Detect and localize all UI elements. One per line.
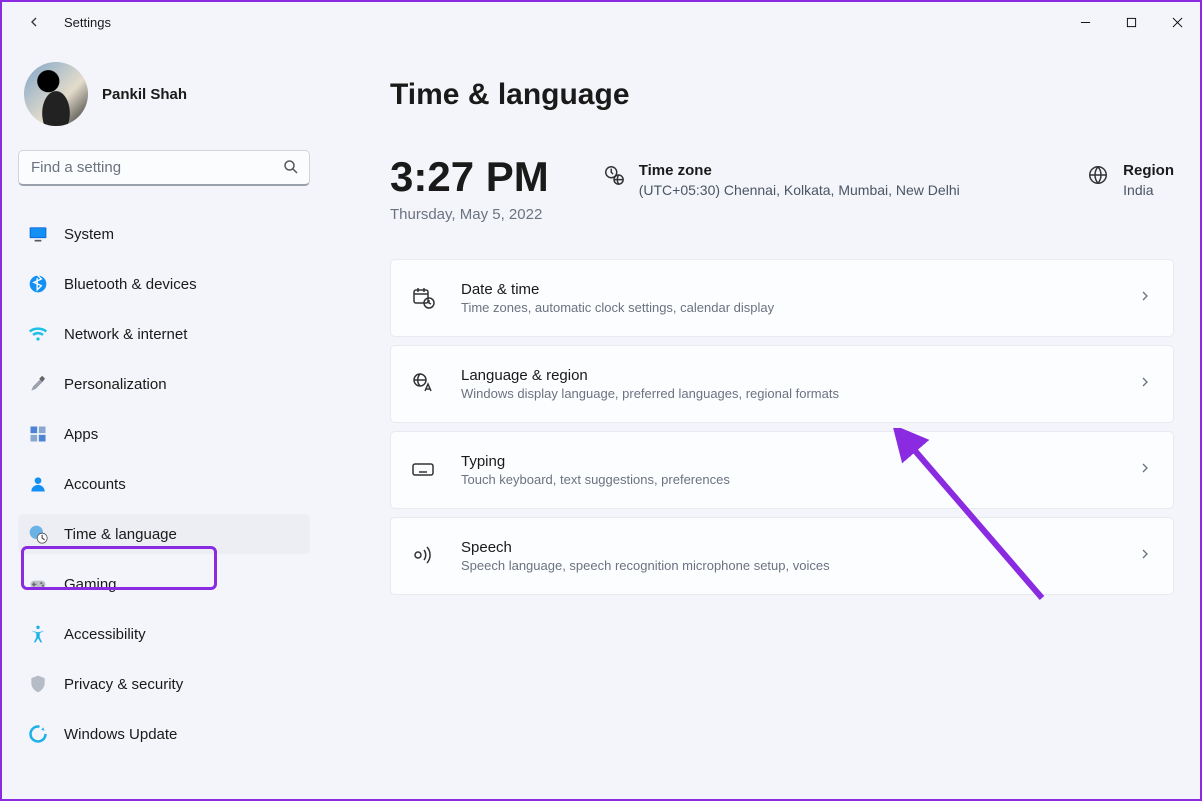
clock-globe-icon xyxy=(603,164,625,186)
shield-icon xyxy=(28,674,48,694)
search-wrapper xyxy=(18,150,310,186)
search-icon xyxy=(282,158,300,176)
timezone-label: Time zone xyxy=(639,162,960,179)
globe-icon xyxy=(1087,164,1109,186)
sidebar-item-person[interactable]: Accounts xyxy=(18,464,310,504)
sidebar-item-accessibility[interactable]: Accessibility xyxy=(18,614,310,654)
arrow-left-icon xyxy=(26,14,42,30)
main-content: Time & language 3:27 PM Thursday, May 5,… xyxy=(326,42,1200,799)
sidebar-item-brush[interactable]: Personalization xyxy=(18,364,310,404)
maximize-button[interactable] xyxy=(1108,6,1154,38)
system-icon xyxy=(28,224,48,244)
back-button[interactable] xyxy=(18,6,50,38)
sidebar-item-shield[interactable]: Privacy & security xyxy=(18,664,310,704)
lang-globe-icon xyxy=(411,371,437,397)
page-title: Time & language xyxy=(390,78,1174,112)
profile-name: Pankil Shah xyxy=(102,86,187,103)
card-desc: Touch keyboard, text suggestions, prefer… xyxy=(461,472,730,487)
sidebar-item-label: Personalization xyxy=(64,376,167,393)
setting-card-lang-globe[interactable]: Language & region Windows display langua… xyxy=(390,345,1174,423)
setting-card-keyboard[interactable]: Typing Touch keyboard, text suggestions,… xyxy=(390,431,1174,509)
profile-block[interactable]: Pankil Shah xyxy=(18,62,310,126)
close-icon xyxy=(1172,17,1183,28)
clock-block: 3:27 PM Thursday, May 5, 2022 xyxy=(390,156,549,223)
card-title: Language & region xyxy=(461,367,839,384)
search-input[interactable] xyxy=(18,150,310,186)
sidebar-item-label: Time & language xyxy=(64,526,177,543)
region-block[interactable]: Region India xyxy=(1087,156,1174,198)
card-title: Speech xyxy=(461,539,830,556)
avatar xyxy=(24,62,88,126)
calendar-clock-icon xyxy=(411,285,437,311)
chevron-right-icon xyxy=(1137,460,1153,481)
region-label: Region xyxy=(1123,162,1174,179)
clock-date: Thursday, May 5, 2022 xyxy=(390,206,549,223)
clock-globe-icon xyxy=(28,524,48,544)
sidebar-item-wifi[interactable]: Network & internet xyxy=(18,314,310,354)
sidebar-item-label: Network & internet xyxy=(64,326,187,343)
card-desc: Time zones, automatic clock settings, ca… xyxy=(461,300,774,315)
bluetooth-icon xyxy=(28,274,48,294)
sidebar-nav: System Bluetooth & devices Network & int… xyxy=(18,214,310,754)
sidebar-item-label: Windows Update xyxy=(64,726,177,743)
clock-time: 3:27 PM xyxy=(390,156,549,198)
sidebar-item-label: Bluetooth & devices xyxy=(64,276,197,293)
close-button[interactable] xyxy=(1154,6,1200,38)
sidebar: Pankil Shah System Bluetooth & devices N… xyxy=(2,42,326,799)
setting-card-calendar-clock[interactable]: Date & time Time zones, automatic clock … xyxy=(390,259,1174,337)
chevron-right-icon xyxy=(1137,546,1153,567)
settings-list: Date & time Time zones, automatic clock … xyxy=(390,259,1174,595)
title-bar: Settings xyxy=(2,2,1200,42)
person-icon xyxy=(28,474,48,494)
sidebar-item-apps[interactable]: Apps xyxy=(18,414,310,454)
region-value: India xyxy=(1123,182,1174,198)
minimize-icon xyxy=(1080,17,1091,28)
header-row: 3:27 PM Thursday, May 5, 2022 Time zone … xyxy=(390,156,1174,223)
wifi-icon xyxy=(28,324,48,344)
card-title: Date & time xyxy=(461,281,774,298)
apps-icon xyxy=(28,424,48,444)
speech-icon xyxy=(411,543,437,569)
timezone-block[interactable]: Time zone (UTC+05:30) Chennai, Kolkata, … xyxy=(603,156,960,198)
sidebar-item-label: Apps xyxy=(64,426,98,443)
sidebar-item-label: Gaming xyxy=(64,576,117,593)
sidebar-item-clock-globe[interactable]: Time & language xyxy=(18,514,310,554)
card-desc: Speech language, speech recognition micr… xyxy=(461,558,830,573)
chevron-right-icon xyxy=(1137,374,1153,395)
chevron-right-icon xyxy=(1137,288,1153,309)
sidebar-item-label: Accounts xyxy=(64,476,126,493)
sidebar-item-label: Privacy & security xyxy=(64,676,183,693)
sidebar-item-update[interactable]: Windows Update xyxy=(18,714,310,754)
gamepad-icon xyxy=(28,574,48,594)
accessibility-icon xyxy=(28,624,48,644)
sidebar-item-system[interactable]: System xyxy=(18,214,310,254)
card-title: Typing xyxy=(461,453,730,470)
card-desc: Windows display language, preferred lang… xyxy=(461,386,839,401)
minimize-button[interactable] xyxy=(1062,6,1108,38)
keyboard-icon xyxy=(411,457,437,483)
sidebar-item-label: System xyxy=(64,226,114,243)
sidebar-item-bluetooth[interactable]: Bluetooth & devices xyxy=(18,264,310,304)
timezone-value: (UTC+05:30) Chennai, Kolkata, Mumbai, Ne… xyxy=(639,182,960,198)
sidebar-item-label: Accessibility xyxy=(64,626,146,643)
brush-icon xyxy=(28,374,48,394)
sidebar-item-gamepad[interactable]: Gaming xyxy=(18,564,310,604)
update-icon xyxy=(28,724,48,744)
app-title: Settings xyxy=(64,15,111,30)
maximize-icon xyxy=(1126,17,1137,28)
setting-card-speech[interactable]: Speech Speech language, speech recogniti… xyxy=(390,517,1174,595)
